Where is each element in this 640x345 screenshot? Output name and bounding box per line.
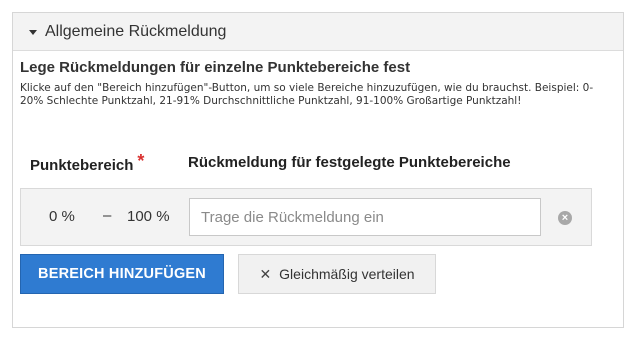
add-range-button[interactable]: BEREICH HINZUFÜGEN xyxy=(20,254,224,294)
feedback-input[interactable] xyxy=(189,198,541,236)
remove-range-icon[interactable]: × xyxy=(558,211,572,225)
range-row: 0 % – 100 % × xyxy=(20,188,592,246)
range-separator: – xyxy=(103,207,112,224)
section-hint: Klicke auf den "Bereich hinzufügen"-Butt… xyxy=(20,82,594,107)
required-asterisk: * xyxy=(137,151,145,171)
section-title: Lege Rückmeldungen für einzelne Punktebe… xyxy=(20,59,411,76)
distribute-evenly-label: Gleichmäßig verteilen xyxy=(279,266,415,282)
range-from-value: 0 % xyxy=(49,208,75,225)
close-icon: ✕ xyxy=(259,265,272,282)
range-column-text: Punktebereich xyxy=(30,157,134,174)
range-to-value: 100 % xyxy=(127,208,170,225)
panel-title: Allgemeine Rückmeldung xyxy=(45,22,227,40)
panel-header-toggle[interactable]: Allgemeine Rückmeldung xyxy=(13,13,623,51)
caret-down-icon xyxy=(29,29,37,35)
add-range-label: BEREICH HINZUFÜGEN xyxy=(38,266,206,282)
distribute-evenly-button[interactable]: ✕ Gleichmäßig verteilen xyxy=(238,254,436,294)
feedback-column-label: Rückmeldung für festgelegte Punktebereic… xyxy=(188,154,511,171)
range-column-label: Punktebereich * xyxy=(30,151,145,175)
